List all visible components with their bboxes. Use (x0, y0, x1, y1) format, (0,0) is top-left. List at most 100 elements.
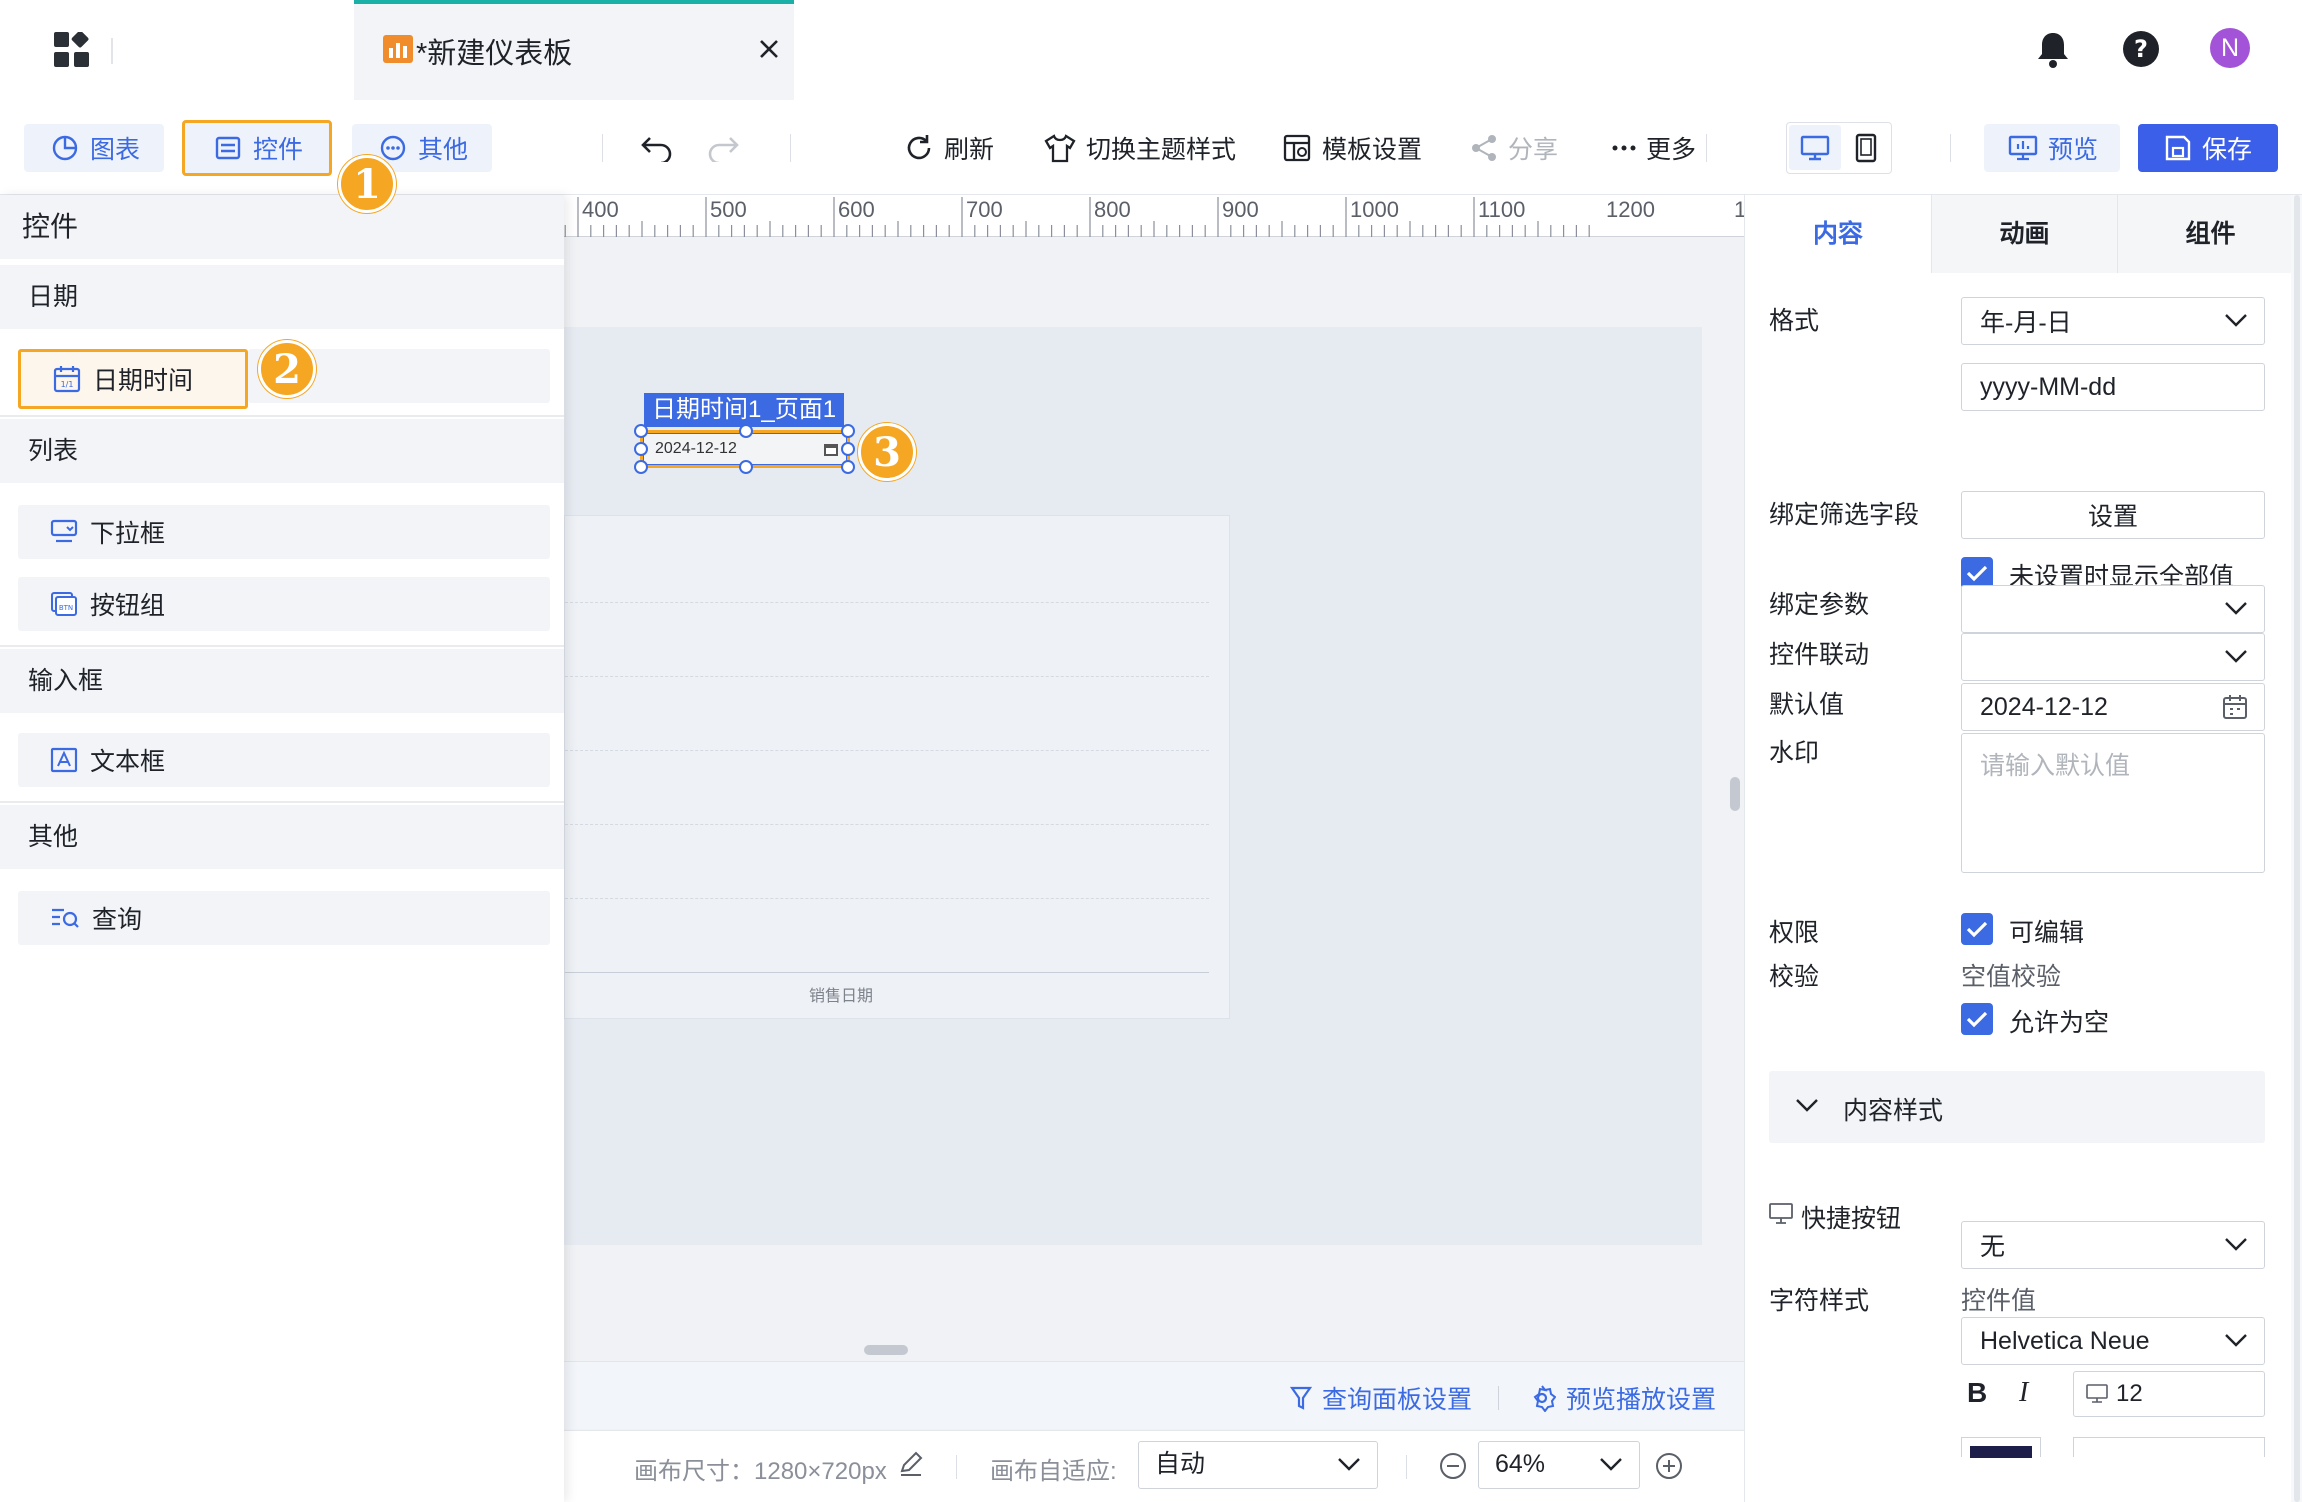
bold-button[interactable]: B (1967, 1377, 1987, 1409)
editable-checkbox[interactable] (1961, 913, 1993, 945)
step-badge-3: 3 (858, 423, 916, 481)
tab-component[interactable]: 组件 (2117, 195, 2302, 273)
query-control-item[interactable]: 查询 (18, 891, 550, 945)
dropdown-control-item[interactable]: 下拉框 (18, 505, 550, 559)
chevron-down-icon (1338, 1458, 1360, 1471)
monitor-icon (2086, 1384, 2108, 1403)
font-color-hex-input[interactable] (2073, 1437, 2265, 1457)
preview-label: 预览 (2048, 136, 2099, 164)
vertical-scrollbar[interactable] (1730, 777, 1740, 811)
save-icon (2165, 135, 2191, 161)
share-label: 分享 (1508, 136, 1559, 164)
panel-title: 控件 (0, 195, 564, 259)
resize-handle[interactable] (739, 460, 753, 474)
shortcut-monitor-icon (1769, 1203, 1793, 1225)
tab-chart[interactable]: 图表 (24, 124, 164, 172)
step-badge-1: 1 (338, 155, 396, 213)
textbox-label: 文本框 (90, 748, 166, 776)
content-style-section[interactable]: 内容样式 (1769, 1071, 2265, 1143)
mobile-view-button[interactable] (1843, 125, 1889, 170)
chevron-down-icon (2225, 1334, 2247, 1347)
button-group-control-item[interactable]: BTN 按钮组 (18, 577, 550, 631)
resize-handle[interactable] (634, 460, 648, 474)
help-icon[interactable]: ? (2122, 30, 2160, 68)
format-value: 年-月-日 (1980, 309, 2072, 337)
preview-play-settings-button[interactable]: 预览播放设置 (1528, 1380, 1716, 1416)
phone-icon (1855, 133, 1877, 162)
refresh-button[interactable]: 刷新 (904, 124, 994, 172)
allow-null-checkbox[interactable] (1961, 1003, 1993, 1035)
section-other: 其他 (0, 805, 564, 869)
canvas-fit-select[interactable]: 自动 (1138, 1441, 1378, 1489)
datetime-label: 日期时间 (93, 367, 194, 395)
font-size-input[interactable]: 12 (2073, 1371, 2265, 1417)
more-button[interactable]: 更多 (1612, 124, 1696, 172)
design-canvas: 400 500 600 700 800 900 1000 1100 1200 1 销售日期 日期时… (564, 195, 1744, 1430)
desktop-view-button[interactable] (1789, 125, 1841, 170)
redo-icon[interactable] (706, 134, 740, 162)
tab-controls[interactable]: 控件 (182, 120, 332, 176)
template-settings-button[interactable]: 模板设置 (1282, 124, 1422, 172)
resize-handle[interactable] (634, 442, 648, 456)
close-icon[interactable] (758, 38, 780, 60)
default-value-input[interactable]: 2024-12-12 (1961, 683, 2265, 731)
panel-scrollbar[interactable] (2294, 195, 2300, 1502)
divider (1706, 134, 1707, 162)
edit-icon[interactable] (898, 1451, 924, 1477)
bell-icon[interactable] (2036, 30, 2070, 70)
preview-button[interactable]: 预览 (1984, 124, 2120, 172)
font-family-select[interactable]: Helvetica Neue (1961, 1317, 2265, 1365)
zoom-out-icon[interactable] (1438, 1451, 1468, 1481)
watermark-textarea[interactable]: 请输入默认值 (1961, 733, 2265, 873)
divider (602, 134, 603, 162)
resize-handle[interactable] (634, 424, 648, 438)
calendar-icon[interactable] (2222, 694, 2248, 720)
query-panel-settings-button[interactable]: 查询面板设置 (1290, 1380, 1472, 1416)
bind-param-select[interactable] (1961, 585, 2265, 633)
tab-other-label: 其他 (418, 136, 469, 164)
font-size-value: 12 (2116, 1380, 2143, 1407)
datetime-control-item[interactable]: 1/1 日期时间 (18, 349, 248, 409)
refresh-label: 刷新 (944, 136, 995, 164)
query-label: 查询 (92, 906, 143, 934)
linkage-select[interactable] (1961, 633, 2265, 681)
save-button[interactable]: 保存 (2138, 124, 2278, 172)
dashboard-tab[interactable]: *新建仪表板 (354, 0, 794, 100)
switch-theme-button[interactable]: 切换主题样式 (1044, 124, 1236, 172)
tab-animation[interactable]: 动画 (1931, 195, 2117, 273)
gridline (565, 898, 1209, 899)
date-widget[interactable]: 2024-12-12 (634, 424, 855, 474)
svg-text:BTN: BTN (59, 604, 73, 612)
linkage-label: 控件联动 (1769, 641, 1870, 669)
share-button[interactable]: 分享 (1470, 124, 1558, 172)
apps-grid-icon[interactable] (54, 32, 90, 68)
query-icon (52, 908, 79, 928)
char-style-label: 字符样式 (1769, 1287, 1870, 1315)
shortcut-select[interactable]: 无 (1961, 1221, 2265, 1269)
avatar[interactable]: N (2210, 28, 2250, 68)
horizontal-scrollbar[interactable] (864, 1345, 908, 1355)
format-pattern-input[interactable]: yyyy-MM-dd (1961, 363, 2265, 411)
validation-label: 校验 (1769, 963, 1820, 991)
resize-handle[interactable] (841, 460, 855, 474)
undo-icon[interactable] (640, 134, 674, 162)
zoom-in-icon[interactable] (1654, 1451, 1684, 1481)
property-tabs: 内容 动画 组件 (1745, 195, 2302, 273)
tab-content[interactable]: 内容 (1745, 195, 1931, 273)
ruler-label: 800 (1094, 197, 1131, 222)
format-select[interactable]: 年-月-日 (1961, 297, 2265, 345)
bind-param-label: 绑定参数 (1769, 591, 1870, 619)
resize-handle[interactable] (841, 442, 855, 456)
font-color-picker[interactable] (1961, 1437, 2041, 1458)
resize-handle[interactable] (739, 424, 753, 438)
gridline (565, 750, 1209, 751)
italic-button[interactable]: I (2019, 1377, 2028, 1409)
zoom-select[interactable]: 64% (1478, 1441, 1640, 1489)
switch-theme-label: 切换主题样式 (1086, 136, 1237, 164)
canvas-fit-label: 画布自适应: (990, 1458, 1117, 1485)
default-value-label: 默认值 (1769, 691, 1845, 719)
bind-filter-settings-button[interactable]: 设置 (1961, 491, 2265, 539)
textbox-control-item[interactable]: 文本框 (18, 733, 550, 787)
chart-widget[interactable]: 销售日期 (564, 515, 1230, 1019)
resize-handle[interactable] (841, 424, 855, 438)
